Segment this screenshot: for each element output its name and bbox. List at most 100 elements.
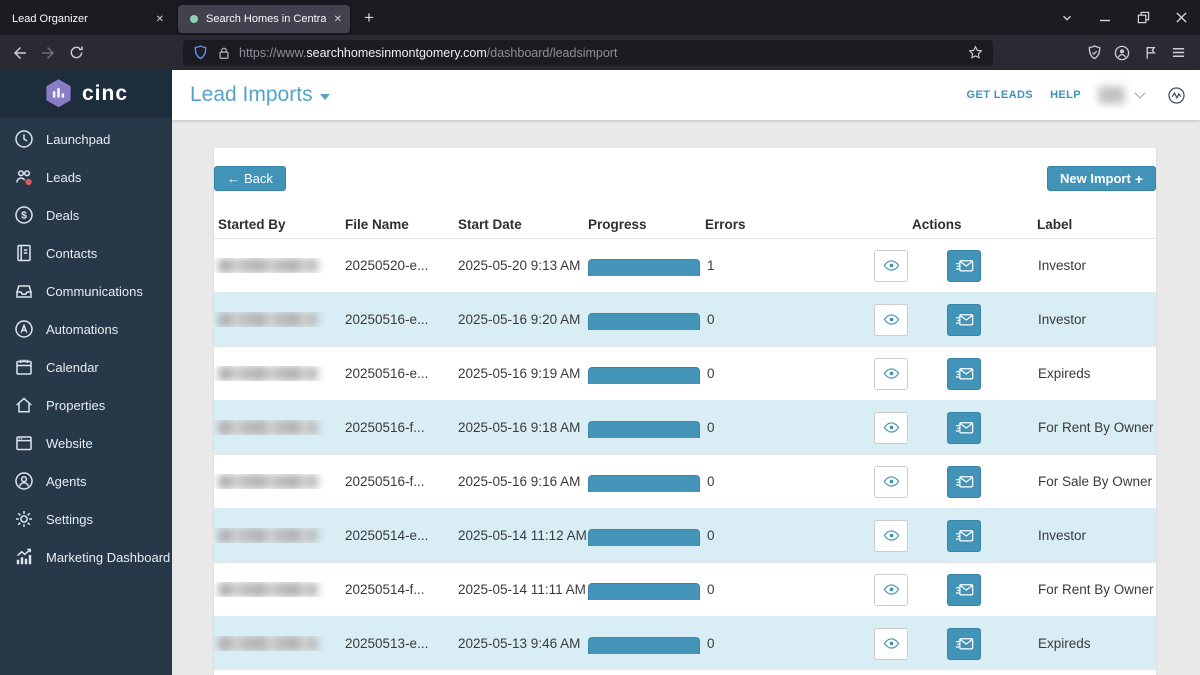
url-bar[interactable]: https://www.searchhomesinmontgomery.com/… bbox=[183, 39, 993, 66]
cell-file-name: 20250513-e... bbox=[345, 636, 429, 651]
column-header-started-by: Started By bbox=[218, 216, 286, 232]
forward-nav-icon[interactable] bbox=[34, 39, 62, 67]
column-header-errors: Errors bbox=[705, 216, 746, 232]
new-tab-button[interactable]: + bbox=[350, 8, 388, 28]
browser-tab-lead-organizer[interactable]: Lead Organizer ✕ bbox=[0, 5, 172, 33]
import-row: 20250516-f... 2025-05-16 9:18 AM 0 For R… bbox=[214, 400, 1156, 454]
column-header-label: Label bbox=[1037, 216, 1073, 232]
view-import-button[interactable] bbox=[874, 303, 908, 336]
sidebar-item-launchpad[interactable]: Launchpad bbox=[0, 120, 172, 158]
cell-actions bbox=[868, 465, 1037, 498]
started-by-redacted bbox=[218, 582, 318, 597]
account-icon[interactable] bbox=[1108, 39, 1136, 67]
import-row: 20250514-f... 2025-05-14 11:11 AM 0 For … bbox=[214, 562, 1156, 616]
email-import-button[interactable] bbox=[947, 303, 981, 336]
avatar[interactable] bbox=[1098, 86, 1125, 104]
sidebar-item-communications[interactable]: Communications bbox=[0, 272, 172, 310]
cell-label: For Sale By Owner bbox=[1038, 474, 1153, 489]
cell-progress bbox=[588, 579, 705, 600]
import-row: 20250516-f... 2025-05-16 9:16 AM 0 For S… bbox=[214, 454, 1156, 508]
tracking-shield-icon[interactable] bbox=[193, 45, 208, 60]
sidebar-item-label: Website bbox=[46, 435, 93, 451]
page-title-dropdown[interactable]: Lead Imports bbox=[190, 83, 330, 107]
send-mail-icon bbox=[955, 367, 973, 379]
progress-bar bbox=[588, 637, 700, 654]
sidebar-item-properties[interactable]: Properties bbox=[0, 386, 172, 424]
get-leads-link[interactable]: GET LEADS bbox=[967, 89, 1034, 101]
sidebar-item-leads[interactable]: Leads bbox=[0, 158, 172, 196]
email-import-button[interactable] bbox=[947, 627, 981, 660]
new-import-button[interactable]: New Import + bbox=[1047, 166, 1156, 191]
column-header-start-date: Start Date bbox=[458, 216, 522, 232]
tab-title: Search Homes in Central Alaba bbox=[206, 13, 326, 25]
help-link[interactable]: HELP bbox=[1050, 89, 1081, 101]
email-import-button[interactable] bbox=[947, 411, 981, 444]
website-icon bbox=[13, 433, 35, 453]
email-import-button[interactable] bbox=[947, 465, 981, 498]
cell-actions bbox=[868, 357, 1037, 390]
view-import-button[interactable] bbox=[874, 519, 908, 552]
back-button[interactable]: ← Back bbox=[214, 166, 286, 191]
protections-shield-icon[interactable] bbox=[1080, 39, 1108, 67]
sidebar-item-contacts[interactable]: Contacts bbox=[0, 234, 172, 272]
view-import-button[interactable] bbox=[874, 249, 908, 282]
sidebar-item-marketing-dashboard[interactable]: Marketing Dashboard bbox=[0, 538, 172, 576]
cell-actions bbox=[868, 519, 1037, 552]
menu-hamburger-icon[interactable] bbox=[1164, 39, 1192, 67]
progress-bar bbox=[588, 259, 700, 276]
cell-actions bbox=[868, 303, 1037, 336]
close-button[interactable] bbox=[1162, 0, 1200, 35]
progress-bar bbox=[588, 421, 700, 438]
call-activity-icon[interactable] bbox=[1167, 86, 1186, 105]
table-header-row: Started By File Name Start Date Progress Err… bbox=[214, 210, 1156, 238]
view-import-button[interactable] bbox=[874, 465, 908, 498]
sidebar-item-website[interactable]: Website bbox=[0, 424, 172, 462]
cell-started-by bbox=[214, 366, 345, 381]
sidebar-item-label: Automations bbox=[46, 321, 119, 337]
back-nav-icon[interactable] bbox=[6, 39, 34, 67]
column-header-progress: Progress bbox=[588, 216, 647, 232]
tab-close-icon[interactable]: ✕ bbox=[148, 14, 164, 25]
minimize-button[interactable] bbox=[1086, 0, 1124, 35]
url-text: https://www.searchhomesinmontgomery.com/… bbox=[239, 45, 618, 60]
sidebar-item-settings[interactable]: Settings bbox=[0, 500, 172, 538]
browser-tab-search-homes[interactable]: Search Homes in Central Alaba ✕ bbox=[178, 5, 350, 33]
contacts-icon bbox=[13, 243, 35, 263]
sidebar-item-deals[interactable]: $ Deals bbox=[0, 196, 172, 234]
email-import-button[interactable] bbox=[947, 573, 981, 606]
lead-imports-card: ← Back New Import + Started By File Name Sta… bbox=[214, 148, 1156, 675]
cell-started-by bbox=[214, 636, 345, 651]
started-by-redacted bbox=[218, 258, 318, 273]
email-import-button[interactable] bbox=[947, 357, 981, 390]
calendar-icon bbox=[13, 357, 35, 377]
cell-file-name: 20250520-e... bbox=[345, 258, 429, 273]
started-by-redacted bbox=[218, 366, 318, 381]
page-title: Lead Imports bbox=[190, 83, 313, 106]
sidebar-item-automations[interactable]: Automations bbox=[0, 310, 172, 348]
sidebar-item-agents[interactable]: Agents bbox=[0, 462, 172, 500]
cell-label: Investor bbox=[1038, 528, 1087, 543]
tab-list-chevron-icon[interactable] bbox=[1048, 0, 1086, 35]
view-import-button[interactable] bbox=[874, 573, 908, 606]
sidebar: cinc Launchpad Leads $ Deals Contacts Communi… bbox=[0, 70, 172, 675]
send-mail-icon bbox=[955, 313, 973, 325]
view-import-button[interactable] bbox=[874, 357, 908, 390]
reload-icon[interactable] bbox=[62, 39, 90, 67]
restore-button[interactable] bbox=[1124, 0, 1162, 35]
view-import-button[interactable] bbox=[874, 411, 908, 444]
lock-icon[interactable] bbox=[217, 46, 231, 60]
bookmark-star-icon[interactable] bbox=[968, 45, 983, 60]
cell-start-date: 2025-05-16 9:16 AM bbox=[458, 474, 581, 489]
cell-file-name: 20250516-e... bbox=[345, 312, 429, 327]
flag-extension-icon[interactable] bbox=[1136, 39, 1164, 67]
account-chevron-icon[interactable] bbox=[1134, 87, 1146, 99]
cell-label: For Rent By Owner bbox=[1038, 582, 1154, 597]
view-import-button[interactable] bbox=[874, 627, 908, 660]
sidebar-item-calendar[interactable]: Calendar bbox=[0, 348, 172, 386]
cell-file-name: 20250514-f... bbox=[345, 582, 425, 597]
progress-bar bbox=[588, 475, 700, 492]
import-row: 20250516-e... 2025-05-16 9:19 AM 0 Expir… bbox=[214, 346, 1156, 400]
email-import-button[interactable] bbox=[947, 519, 981, 552]
email-import-button[interactable] bbox=[947, 249, 981, 282]
tab-close-icon[interactable]: ✕ bbox=[326, 14, 342, 25]
